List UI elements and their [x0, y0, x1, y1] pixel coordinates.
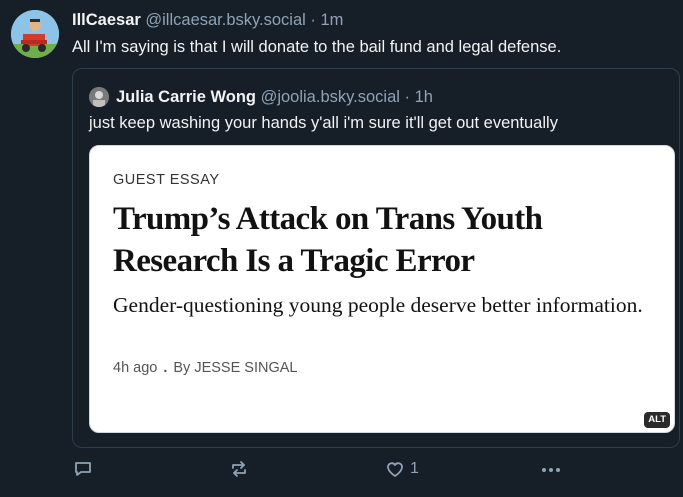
post-time[interactable]: 1m	[321, 11, 344, 29]
alt-badge[interactable]: ALT	[644, 412, 670, 428]
separator: ·	[310, 11, 316, 29]
like-count: 1	[410, 460, 419, 477]
quote-header: Julia Carrie Wong @joolia.bsky.social · …	[116, 87, 433, 107]
post-text: All I'm saying is that I will donate to …	[72, 38, 562, 56]
heart-icon	[385, 460, 405, 478]
post-actions: 1	[72, 458, 672, 480]
article-byline: By JESSE SINGAL	[173, 360, 298, 376]
author-name[interactable]: IllCaesar	[72, 11, 141, 29]
article-dek: Gender-questioning young people deserve …	[113, 293, 643, 317]
author-handle[interactable]: @illcaesar.bsky.social	[145, 11, 305, 29]
avatar[interactable]	[11, 10, 59, 58]
more-icon	[540, 460, 562, 478]
post-header: IllCaesar @illcaesar.bsky.social · 1m	[72, 10, 343, 30]
article-card-image[interactable]: GUEST ESSAY Trump’s Attack on Trans Yout…	[89, 145, 675, 433]
quote-author-handle[interactable]: @joolia.bsky.social	[261, 88, 400, 106]
quote-separator: ·	[404, 88, 411, 106]
quote-time[interactable]: 1h	[415, 88, 433, 106]
quote-text: just keep washing your hands y'all i'm s…	[89, 114, 558, 132]
meta-dot: .	[163, 360, 168, 376]
reply-button[interactable]	[74, 458, 92, 480]
repost-icon	[229, 460, 249, 478]
quoted-post[interactable]: Julia Carrie Wong @joolia.bsky.social · …	[72, 68, 680, 448]
quote-avatar	[89, 87, 109, 107]
article-kicker: GUEST ESSAY	[113, 172, 220, 188]
article-meta: 4h ago. By JESSE SINGAL	[113, 360, 298, 376]
repost-button[interactable]	[229, 458, 249, 480]
reply-icon	[74, 460, 92, 478]
more-button[interactable]	[540, 458, 562, 480]
quote-author-name[interactable]: Julia Carrie Wong	[116, 88, 256, 106]
like-button[interactable]: 1	[385, 458, 419, 480]
article-headline: Trump’s Attack on Trans Youth Research I…	[113, 201, 543, 279]
article-time: 4h ago	[113, 360, 158, 376]
